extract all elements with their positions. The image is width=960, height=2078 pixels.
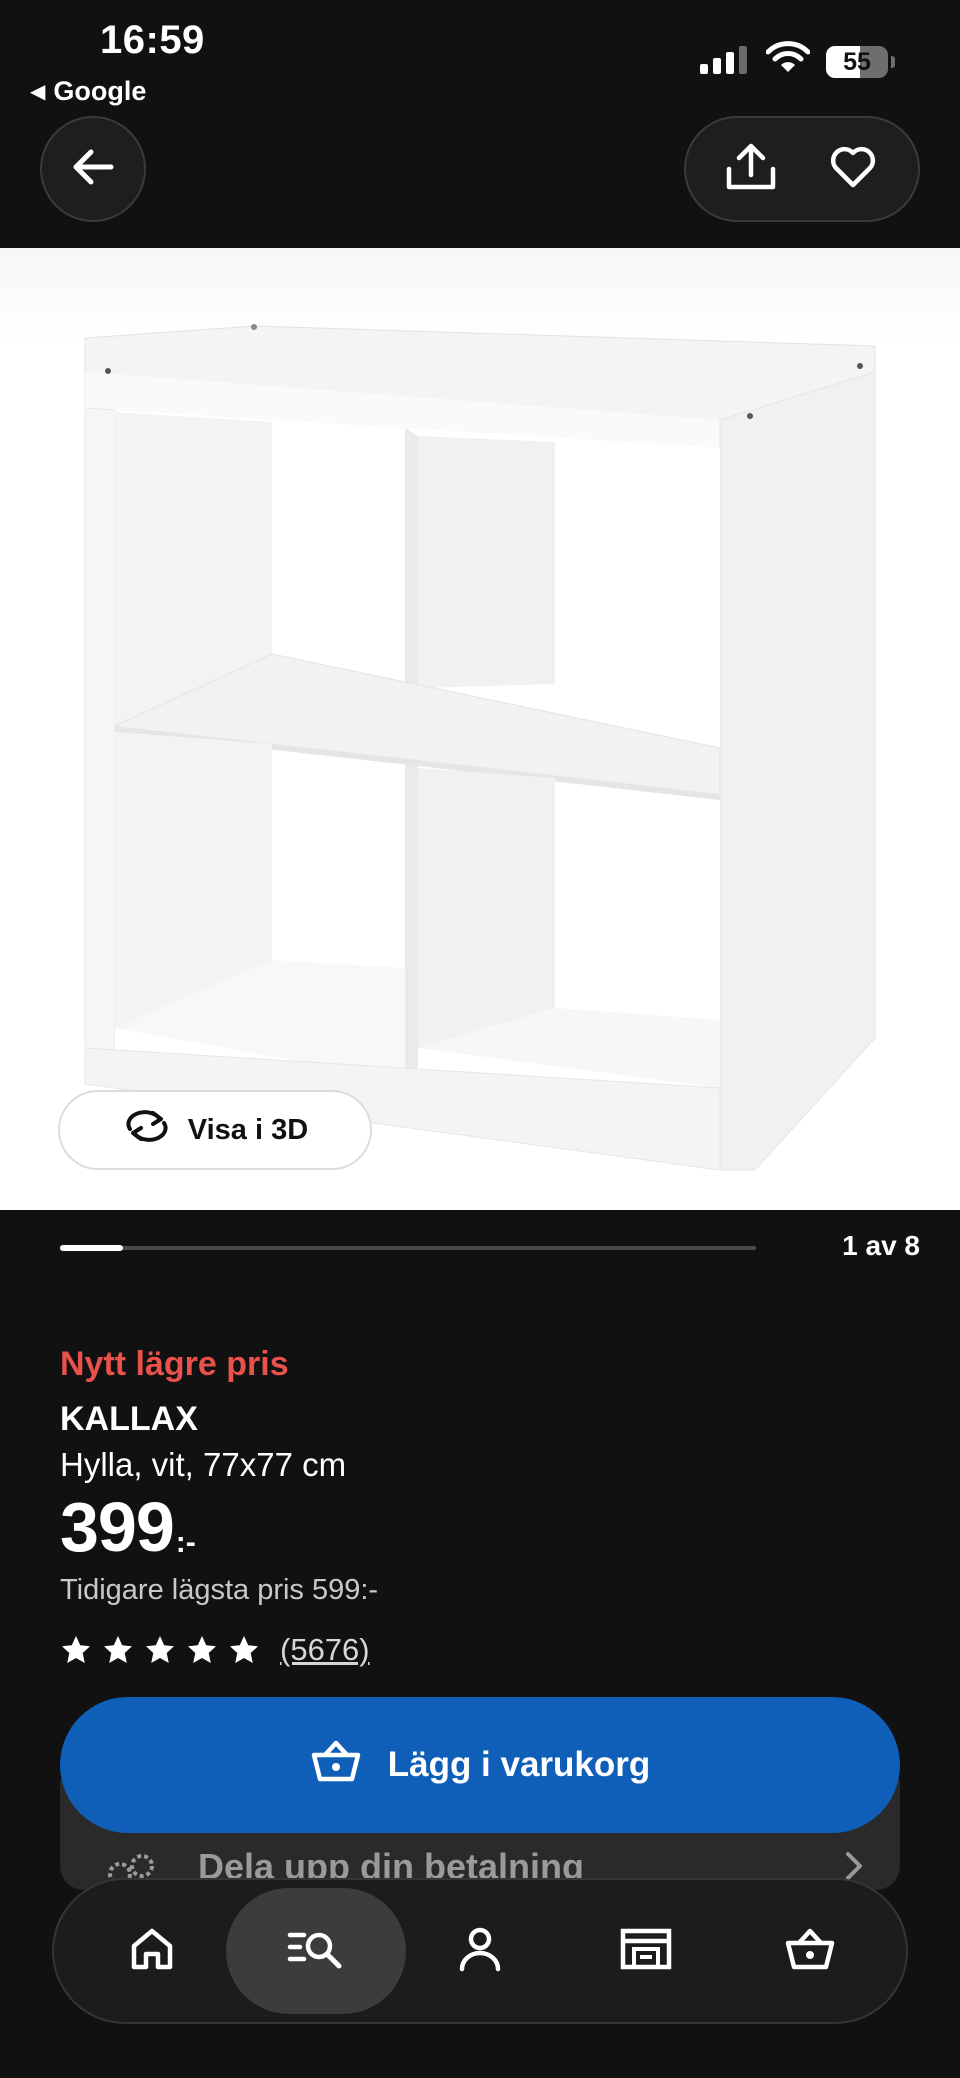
star-icon [104, 1636, 132, 1663]
product-description: Hylla, vit, 77x77 cm [60, 1446, 347, 1483]
shelf-illustration [0, 248, 960, 1210]
rating-stars [60, 1634, 260, 1666]
heart-icon [830, 146, 876, 193]
store-icon [620, 1927, 672, 1976]
star-icon [188, 1636, 216, 1663]
star-icon [230, 1636, 258, 1663]
share-button[interactable] [711, 129, 791, 209]
share-icon [725, 143, 777, 196]
share-favorite-group [684, 116, 920, 222]
search-icon [287, 1927, 345, 1976]
wifi-icon [765, 40, 811, 79]
back-app-label: Google [53, 76, 147, 106]
person-icon [458, 1926, 502, 1977]
add-to-cart-button[interactable]: Lägg i varukorg [60, 1697, 900, 1833]
product-rating[interactable]: (5676) [60, 1632, 370, 1668]
tab-stores[interactable] [582, 1888, 710, 2014]
carousel-progress-thumb [60, 1245, 123, 1251]
view-in-3d-label: Visa i 3D [187, 1113, 309, 1146]
star-icon [146, 1636, 174, 1663]
back-triangle-icon: ◀ [30, 81, 46, 103]
home-icon [129, 1926, 175, 1977]
cellular-signal-icon [700, 46, 747, 74]
bottom-tab-bar [52, 1878, 908, 2024]
price-badge: Nytt lägre pris [60, 1345, 289, 1383]
star-icon [62, 1636, 90, 1663]
back-button[interactable] [40, 116, 146, 222]
carousel-counter: 1 av 8 [842, 1230, 920, 1261]
product-name: KALLAX [60, 1400, 198, 1438]
battery-icon: 55 [826, 46, 888, 78]
basket-icon [784, 1927, 836, 1976]
view-in-3d-button[interactable]: Visa i 3D [58, 1090, 372, 1170]
basket-icon [310, 1739, 362, 1792]
back-to-app-link[interactable]: ◀ Google [30, 76, 146, 107]
price-suffix: :- [175, 1526, 196, 1559]
product-image[interactable] [0, 248, 960, 1210]
rotate-icon [122, 1109, 172, 1151]
favorite-button[interactable] [813, 129, 893, 209]
product-price: 399 :- [60, 1492, 196, 1562]
tab-search[interactable] [226, 1888, 406, 2014]
arrow-left-icon [71, 147, 115, 192]
battery-percent: 55 [843, 48, 871, 76]
status-time: 16:59 [100, 18, 205, 62]
battery-cap [891, 56, 895, 68]
price-integer: 399 [60, 1488, 175, 1566]
add-to-cart-label: Lägg i varukorg [387, 1745, 651, 1784]
review-count-link[interactable]: (5676) [280, 1632, 370, 1668]
previous-lowest-price: Tidigare lägsta pris 599:- [60, 1574, 379, 1606]
carousel-progress [60, 1245, 756, 1251]
tab-home[interactable] [88, 1888, 216, 2014]
tab-cart[interactable] [746, 1888, 874, 2014]
tab-profile[interactable] [416, 1888, 544, 2014]
